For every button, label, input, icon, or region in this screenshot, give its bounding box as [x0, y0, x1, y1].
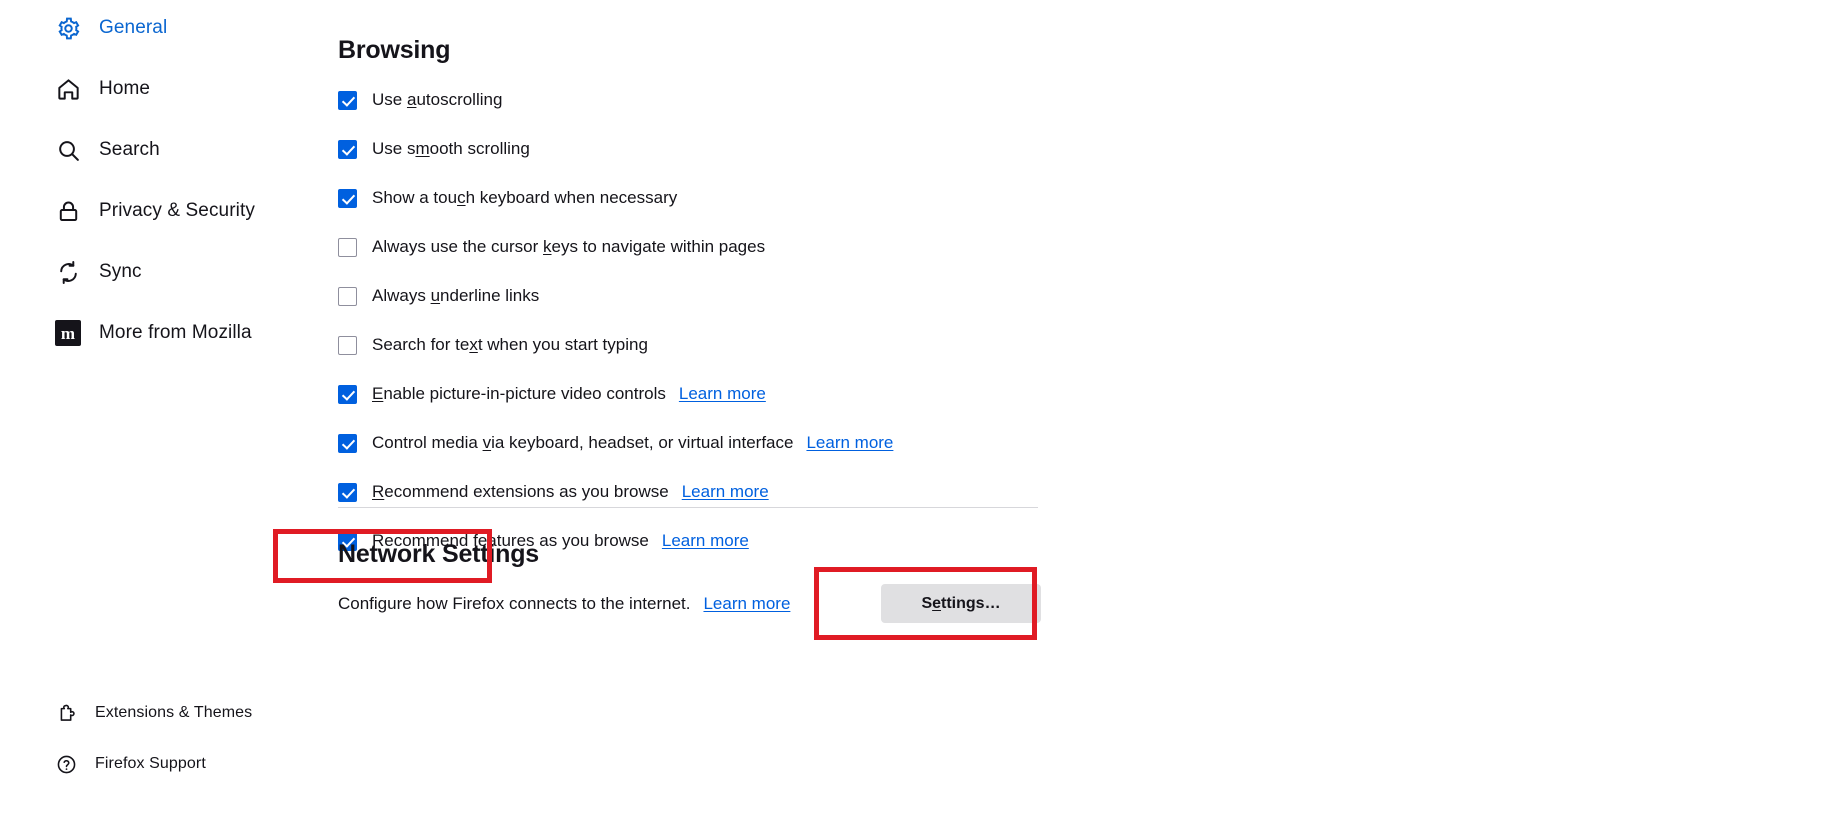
gear-icon — [55, 15, 81, 41]
checkbox-label-media-control: Control media via keyboard, headset, or … — [372, 433, 794, 452]
sidebar-item-search[interactable]: Search — [0, 130, 330, 170]
learn-more-link-media-control[interactable]: Learn more — [806, 433, 893, 453]
checkbox-row-picture-in-picture[interactable]: Enable picture-in-picture video controls… — [338, 382, 1338, 406]
network-description-row: Configure how Firefox connects to the in… — [338, 594, 790, 614]
sidebar-item-label: More from Mozilla — [99, 322, 252, 343]
checkbox-row-autoscrolling[interactable]: Use autoscrolling — [338, 88, 1338, 112]
checkbox-label-find-as-you-type: Search for text when you start typing — [372, 335, 648, 354]
access-key: c — [457, 188, 466, 207]
network-settings-button[interactable]: Se ttings… — [881, 584, 1041, 623]
checkbox-row-recommend-extensions[interactable]: Recommend extensions as you browse Learn … — [338, 480, 1338, 504]
access-key: u — [430, 286, 441, 305]
checkbox-label-cursor-keys: Always use the cursor keys to navigate w… — [372, 237, 766, 256]
lock-icon — [55, 198, 81, 224]
checkbox-label-smooth-scrolling: Use smooth scrolling — [372, 139, 530, 158]
learn-more-link-recommend-extensions[interactable]: Learn more — [682, 482, 769, 502]
mozilla-m-icon: m — [55, 320, 81, 346]
checkbox-smooth-scrolling[interactable] — [338, 139, 357, 159]
checkbox-row-underline-links[interactable]: Always underline links — [338, 284, 1338, 308]
puzzle-piece-icon — [55, 702, 77, 724]
access-key: E — [372, 384, 384, 403]
settings-sidebar: General Home Search Privacy & Security S… — [0, 0, 330, 818]
sidebar-item-general[interactable]: General — [0, 8, 330, 48]
access-key: k — [543, 237, 552, 256]
checkbox-label-recommend-extensions: Recommend extensions as you browse — [372, 482, 669, 501]
sidebar-item-home[interactable]: Home — [0, 69, 330, 109]
browsing-options-list: Use autoscrolling Use smooth scrolling Sho… — [338, 88, 1338, 578]
checkbox-label-picture-in-picture: Enable picture-in-picture video controls — [372, 384, 666, 403]
sidebar-item-label: Home — [99, 78, 151, 99]
checkbox-touch-keyboard[interactable] — [338, 188, 357, 208]
settings-main-content: Browsing Use autoscrolling Use smooth scr… — [273, 0, 1847, 818]
mozilla-badge-letter: m — [55, 320, 81, 346]
checkbox-row-touch-keyboard[interactable]: Show a touch keyboard when necessary — [338, 186, 1338, 210]
sidebar-item-label: Privacy & Security — [99, 200, 255, 221]
browsing-section-heading: Browsing — [338, 36, 451, 64]
learn-more-link-picture-in-picture[interactable]: Learn more — [679, 384, 766, 404]
checkbox-underline-links[interactable] — [338, 286, 357, 306]
access-key: e — [932, 594, 942, 612]
network-settings-heading: Network Settings — [338, 540, 539, 568]
checkbox-autoscrolling[interactable] — [338, 90, 357, 110]
network-learn-more-link[interactable]: Learn more — [703, 594, 790, 613]
checkbox-label-underline-links: Always underline links — [372, 286, 540, 305]
sidebar-item-label: General — [99, 17, 168, 38]
sidebar-item-sync[interactable]: Sync — [0, 252, 330, 292]
sync-icon — [55, 259, 81, 285]
checkbox-row-smooth-scrolling[interactable]: Use smooth scrolling — [338, 137, 1338, 161]
sidebar-item-firefox-support[interactable]: Firefox Support — [0, 748, 330, 780]
sidebar-primary-nav: General Home Search Privacy & Security S… — [0, 8, 330, 374]
home-icon — [55, 76, 81, 102]
sidebar-item-label: Sync — [99, 261, 142, 282]
sidebar-item-label: Extensions & Themes — [95, 704, 253, 721]
search-icon — [55, 137, 81, 163]
checkbox-picture-in-picture[interactable] — [338, 384, 357, 404]
checkbox-recommend-extensions[interactable] — [338, 482, 357, 502]
learn-more-link-recommend-features[interactable]: Learn more — [662, 531, 749, 551]
checkbox-cursor-keys[interactable] — [338, 237, 357, 257]
question-circle-icon — [55, 753, 77, 775]
sidebar-item-extensions-themes[interactable]: Extensions & Themes — [0, 697, 330, 729]
access-key: m — [415, 139, 430, 158]
sidebar-item-more-from-mozilla[interactable]: m More from Mozilla — [0, 313, 330, 353]
checkbox-media-control[interactable] — [338, 433, 357, 453]
checkbox-label-autoscrolling: Use autoscrolling — [372, 90, 503, 109]
sidebar-item-privacy-security[interactable]: Privacy & Security — [0, 191, 330, 231]
firefox-settings-page: General Home Search Privacy & Security S… — [0, 0, 1847, 818]
sidebar-secondary-nav: Extensions & Themes Firefox Support — [0, 697, 330, 780]
access-key: R — [372, 482, 385, 501]
sidebar-item-label: Search — [99, 139, 160, 160]
section-divider — [338, 507, 1038, 508]
network-description-text: Configure how Firefox connects to the in… — [338, 594, 691, 613]
checkbox-row-media-control[interactable]: Control media via keyboard, headset, or … — [338, 431, 1338, 455]
access-key: a — [406, 90, 417, 109]
checkbox-row-find-as-you-type[interactable]: Search for text when you start typing — [338, 333, 1338, 357]
sidebar-item-label: Firefox Support — [95, 755, 206, 772]
access-key: v — [482, 433, 492, 452]
checkbox-label-touch-keyboard: Show a touch keyboard when necessary — [372, 188, 678, 207]
checkbox-find-as-you-type[interactable] — [338, 335, 357, 355]
checkbox-row-cursor-keys[interactable]: Always use the cursor keys to navigate w… — [338, 235, 1338, 259]
access-key: x — [469, 335, 478, 354]
